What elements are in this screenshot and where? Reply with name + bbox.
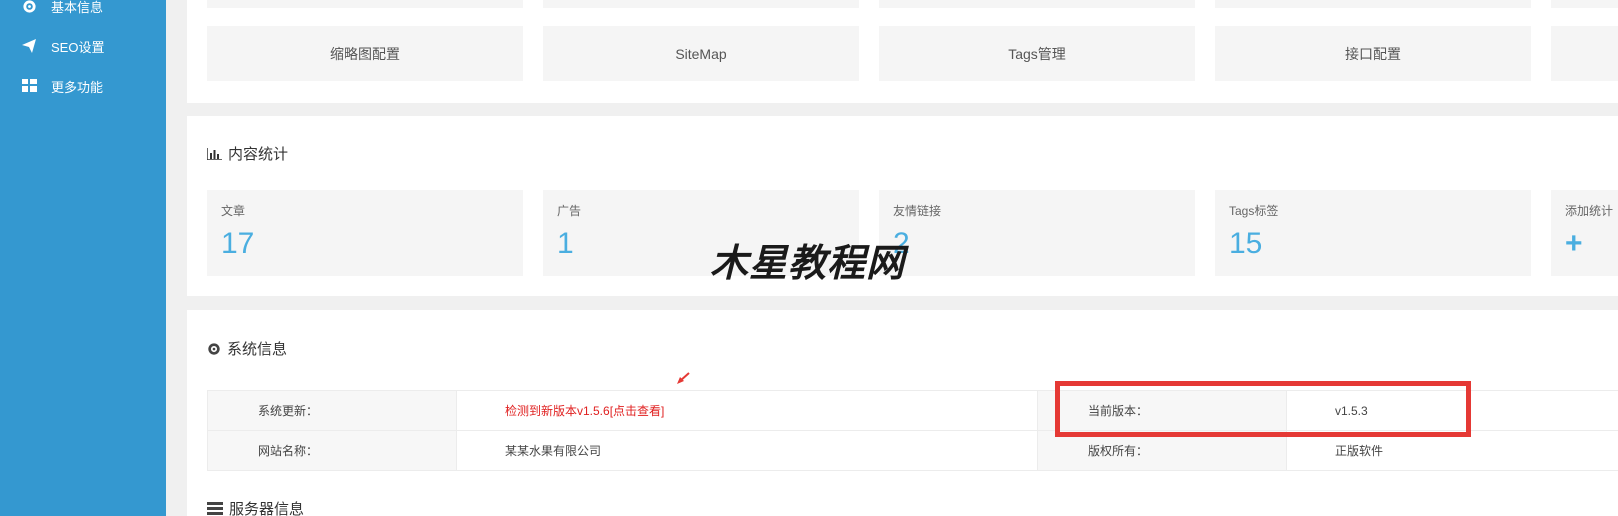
stat-label: 添加统计	[1565, 204, 1614, 218]
stat-value: 1	[557, 227, 574, 260]
quick-tile-partial[interactable]	[1551, 26, 1618, 81]
thumbnail-config-button[interactable]: 缩略图配置	[207, 26, 523, 81]
stat-card-articles[interactable]: 文章 17	[207, 190, 523, 276]
table-key: 当前版本：	[1037, 390, 1287, 431]
watermark-text: 木星教程网	[710, 241, 906, 285]
quick-tile-partial[interactable]	[207, 0, 523, 8]
server-icon	[207, 501, 223, 516]
plus-icon: +	[1565, 227, 1583, 260]
bar-chart-icon	[207, 147, 222, 160]
site-name-value: 某某水果有限公司	[456, 430, 1038, 471]
table-key: 版权所有：	[1037, 430, 1287, 471]
table-row: 网站名称： 某某水果有限公司 版权所有： 正版软件	[207, 430, 1618, 471]
quick-tile-partial[interactable]	[1215, 0, 1531, 8]
server-title-text: 服务器信息	[229, 501, 305, 516]
paper-plane-icon	[20, 37, 38, 55]
stat-card-links[interactable]: 友情链接 2	[879, 190, 1195, 276]
table-key: 网站名称：	[207, 430, 457, 471]
sitemap-button[interactable]: SiteMap	[543, 26, 859, 81]
stat-label: 广告	[557, 204, 582, 218]
system-section-title: 系统信息	[207, 338, 287, 359]
system-title-text: 系统信息	[227, 341, 288, 358]
grid-icon	[20, 77, 38, 95]
sidebar-item-more[interactable]: 更多功能	[20, 74, 103, 98]
quick-tile-partial[interactable]	[543, 0, 859, 8]
gear-icon	[20, 0, 38, 15]
stat-label: 友情链接	[893, 204, 942, 218]
api-config-button[interactable]: 接口配置	[1215, 26, 1531, 81]
system-info-table: 系统更新： 检测到新版本v1.5.6[点击查看] 当前版本： v1.5.3 网站…	[207, 390, 1618, 471]
sidebar-item-label: SEO设置	[51, 39, 105, 55]
sidebar-item-label: 更多功能	[51, 79, 104, 95]
sidebar: 基本信息 SEO设置 更多功能	[0, 0, 166, 516]
stat-value: 15	[1229, 227, 1263, 260]
stats-section-title: 内容统计	[207, 143, 288, 164]
current-version-value: v1.5.3	[1286, 390, 1618, 431]
tags-manage-button[interactable]: Tags管理	[879, 26, 1195, 81]
quick-actions-card: 缩略图配置 SiteMap Tags管理 接口配置	[187, 0, 1618, 103]
table-row: 系统更新： 检测到新版本v1.5.6[点击查看] 当前版本： v1.5.3	[207, 390, 1618, 431]
gear-icon	[207, 342, 221, 356]
copyright-value: 正版软件	[1286, 430, 1618, 471]
sidebar-item-seo[interactable]: SEO设置	[20, 34, 104, 58]
sidebar-item-basic-info[interactable]: 基本信息	[20, 0, 103, 18]
stat-value: 17	[221, 227, 255, 260]
stats-title-text: 内容统计	[228, 146, 289, 163]
stat-label: Tags标签	[1229, 204, 1279, 218]
stat-card-tags[interactable]: Tags标签 15	[1215, 190, 1531, 276]
system-info-card: 系统信息 系统更新： 检测到新版本v1.5.6[点击查看] 当前版本： v1.5…	[187, 310, 1618, 516]
annotation-arrow-icon	[676, 372, 690, 391]
table-key: 系统更新：	[207, 390, 457, 431]
update-link[interactable]: 检测到新版本v1.5.6[点击查看]	[456, 390, 1038, 431]
quick-tile-partial[interactable]	[879, 0, 1195, 8]
server-section-title: 服务器信息	[207, 498, 304, 516]
stat-label: 文章	[221, 204, 246, 218]
quick-tile-partial[interactable]	[1551, 0, 1618, 8]
add-stat-button[interactable]: 添加统计 +	[1551, 190, 1618, 276]
sidebar-item-label: 基本信息	[51, 0, 104, 15]
